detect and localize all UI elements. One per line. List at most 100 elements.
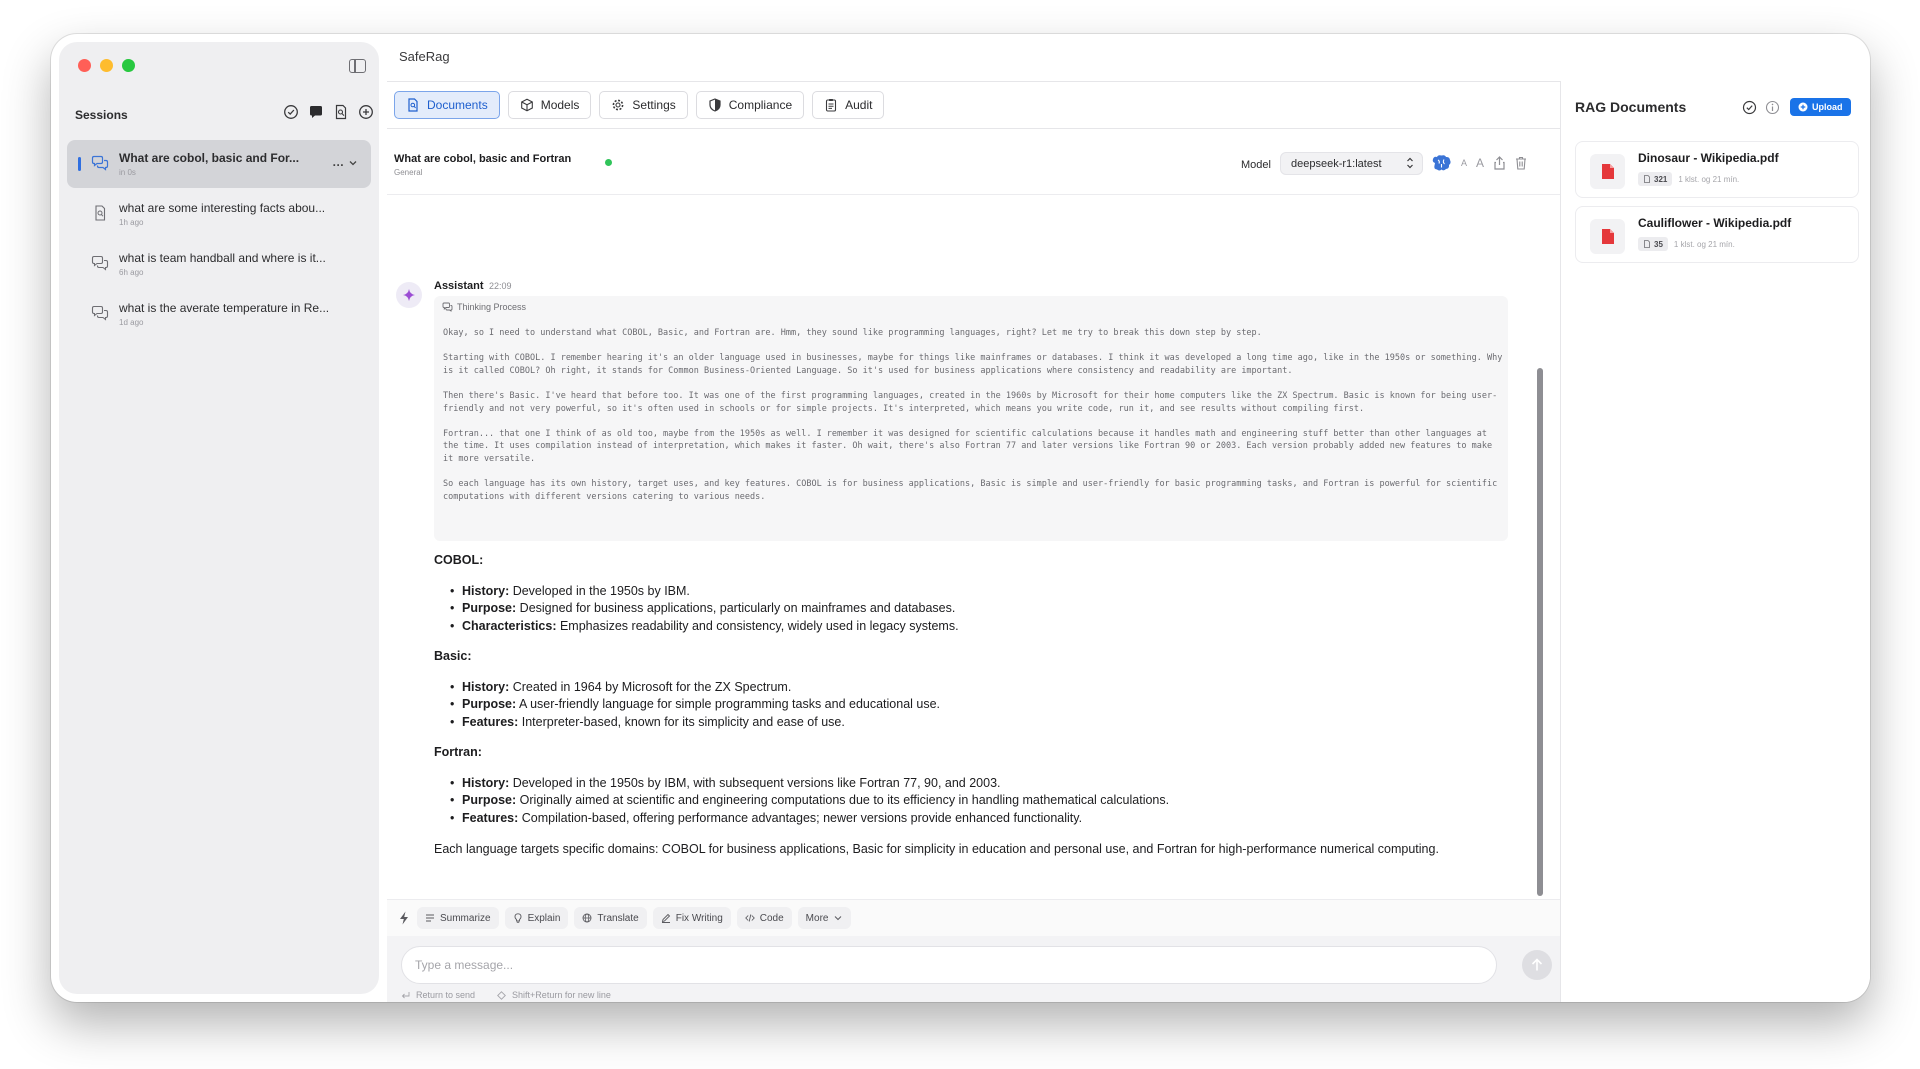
item-text: Developed in the 1950s by IBM, with subs…: [509, 775, 1001, 790]
thinking-paragraph: So each language has its own history, ta…: [443, 479, 1498, 502]
list-item: Characteristics: Emphasizes readability …: [450, 618, 1494, 636]
pdf-file-icon: [1590, 219, 1625, 254]
session-time: 1h ago: [119, 218, 144, 227]
translate-button[interactable]: Translate: [574, 907, 647, 929]
plus-circle-icon: [1798, 102, 1808, 112]
gear-icon: [612, 99, 624, 111]
session-item[interactable]: what is the averate temperature in Re...…: [67, 290, 371, 338]
pdf-file-icon: [1590, 154, 1625, 189]
session-title: what is team handball and where is it...: [119, 251, 326, 265]
chat-filter-icon[interactable]: [308, 104, 324, 120]
tab-settings[interactable]: Settings: [599, 91, 688, 119]
select-sessions-icon[interactable]: [283, 104, 299, 120]
message-input[interactable]: [401, 946, 1497, 984]
explain-button[interactable]: Explain: [504, 907, 569, 929]
new-session-icon[interactable]: [358, 104, 374, 120]
session-item[interactable]: What are cobol, basic and For... in 0s .…: [67, 140, 371, 188]
action-label: Translate: [597, 912, 639, 924]
code-button[interactable]: Code: [736, 907, 792, 929]
tab-documents[interactable]: Documents: [394, 91, 500, 119]
chevron-up-down-icon: [1407, 157, 1413, 169]
tab-compliance[interactable]: Compliance: [695, 91, 805, 119]
list-item: Purpose: Designed for business applicati…: [450, 600, 1494, 618]
select-documents-icon[interactable]: [1742, 100, 1757, 115]
more-actions-button[interactable]: More: [797, 907, 852, 929]
action-label: Fix Writing: [675, 912, 723, 924]
brain-icon[interactable]: [1431, 154, 1452, 172]
section-heading: Basic:: [434, 649, 472, 663]
session-item[interactable]: what is team handball and where is it...…: [67, 240, 371, 288]
tab-label: Documents: [427, 98, 488, 112]
tab-models[interactable]: Models: [507, 91, 592, 119]
model-select[interactable]: deepseek-r1:latest: [1280, 152, 1423, 175]
list-item: Features: Interpreter-based, known for i…: [450, 714, 1494, 732]
share-icon[interactable]: [1493, 156, 1506, 170]
session-item[interactable]: what are some interesting facts abou... …: [67, 190, 371, 238]
quick-actions-bar: Summarize Explain Translate Fix Writing …: [387, 899, 1560, 936]
trash-icon[interactable]: [1515, 156, 1527, 170]
upload-button[interactable]: Upload: [1790, 98, 1851, 116]
closing-paragraph: Each language targets specific domains: …: [434, 842, 1439, 856]
item-text: Developed in the 1950s by IBM.: [509, 583, 690, 598]
document-search-icon: [408, 98, 418, 112]
chat-bubbles-icon: [91, 255, 109, 271]
active-indicator: [78, 157, 81, 171]
session-time: 1d ago: [119, 318, 144, 327]
list-item: Features: Compilation-based, offering pe…: [450, 810, 1494, 828]
action-label: Explain: [527, 912, 561, 924]
message-time: 22:09: [489, 281, 512, 291]
minimize-window-button[interactable]: [100, 59, 113, 72]
arrow-up-icon: [1531, 958, 1543, 971]
decrease-font-button[interactable]: A: [1461, 158, 1467, 168]
ellipsis-icon: ...: [332, 155, 345, 169]
bullet-list: History: Created in 1964 by Microsoft fo…: [450, 679, 1494, 732]
document-icon: [91, 205, 109, 221]
divider: [387, 194, 1560, 195]
close-window-button[interactable]: [78, 59, 91, 72]
globe-icon: [582, 913, 592, 923]
list-item: History: Developed in the 1950s by IBM.: [450, 583, 1494, 601]
send-button[interactable]: [1522, 950, 1552, 980]
document-meta: 35 1 klst. og 21 mín.: [1638, 237, 1735, 251]
chat-category: General: [394, 168, 423, 177]
chat-title: What are cobol, basic and Fortran: [394, 153, 572, 165]
document-time: 1 klst. og 21 mín.: [1678, 174, 1740, 184]
session-list: What are cobol, basic and For... in 0s .…: [67, 140, 371, 340]
document-time: 1 klst. og 21 mín.: [1673, 239, 1735, 249]
increase-font-button[interactable]: A: [1476, 156, 1484, 170]
item-text: Interpreter-based, known for its simplic…: [518, 714, 845, 729]
status-indicator: [605, 159, 612, 166]
upload-label: Upload: [1812, 102, 1843, 112]
session-title: what is the averate temperature in Re...: [119, 301, 330, 315]
chevron-down-icon: [835, 916, 842, 921]
rag-document-card[interactable]: Dinosaur - Wikipedia.pdf 321 1 klst. og …: [1575, 141, 1859, 198]
summarize-button[interactable]: Summarize: [417, 907, 499, 929]
item-label: History:: [462, 679, 510, 694]
sparkle-icon: [403, 289, 415, 301]
rag-document-card[interactable]: Cauliflower - Wikipedia.pdf 35 1 klst. o…: [1575, 206, 1859, 263]
rag-title: RAG Documents: [1575, 99, 1687, 115]
item-text: Compilation-based, offering performance …: [518, 810, 1083, 825]
pencil-icon: [661, 913, 670, 923]
thinking-label: Thinking Process: [457, 302, 527, 312]
zoom-window-button[interactable]: [122, 59, 135, 72]
session-time: 6h ago: [119, 268, 144, 277]
rag-toolbar: Upload: [1742, 98, 1851, 116]
sidebar-toggle-icon[interactable]: [349, 59, 366, 73]
document-filter-icon[interactable]: [333, 104, 349, 120]
tab-audit[interactable]: Audit: [812, 91, 885, 119]
tab-label: Settings: [632, 98, 676, 112]
scrollbar-thumb[interactable]: [1537, 368, 1543, 896]
info-icon[interactable]: [1765, 100, 1780, 115]
thinking-process-toggle[interactable]: Thinking Process: [442, 302, 526, 312]
thinking-process-panel: Thinking Process Okay, so I need to unde…: [434, 296, 1508, 541]
cube-icon: [520, 98, 533, 112]
chat-bubbles-icon: [442, 302, 453, 312]
fix-writing-button[interactable]: Fix Writing: [652, 907, 731, 929]
chat-bubbles-icon: [91, 305, 109, 321]
document-name: Dinosaur - Wikipedia.pdf: [1638, 151, 1779, 165]
lines-icon: [426, 914, 434, 922]
assistant-avatar: [396, 282, 422, 308]
session-more-button[interactable]: ...: [333, 155, 357, 169]
chevron-down-icon: [349, 160, 357, 166]
